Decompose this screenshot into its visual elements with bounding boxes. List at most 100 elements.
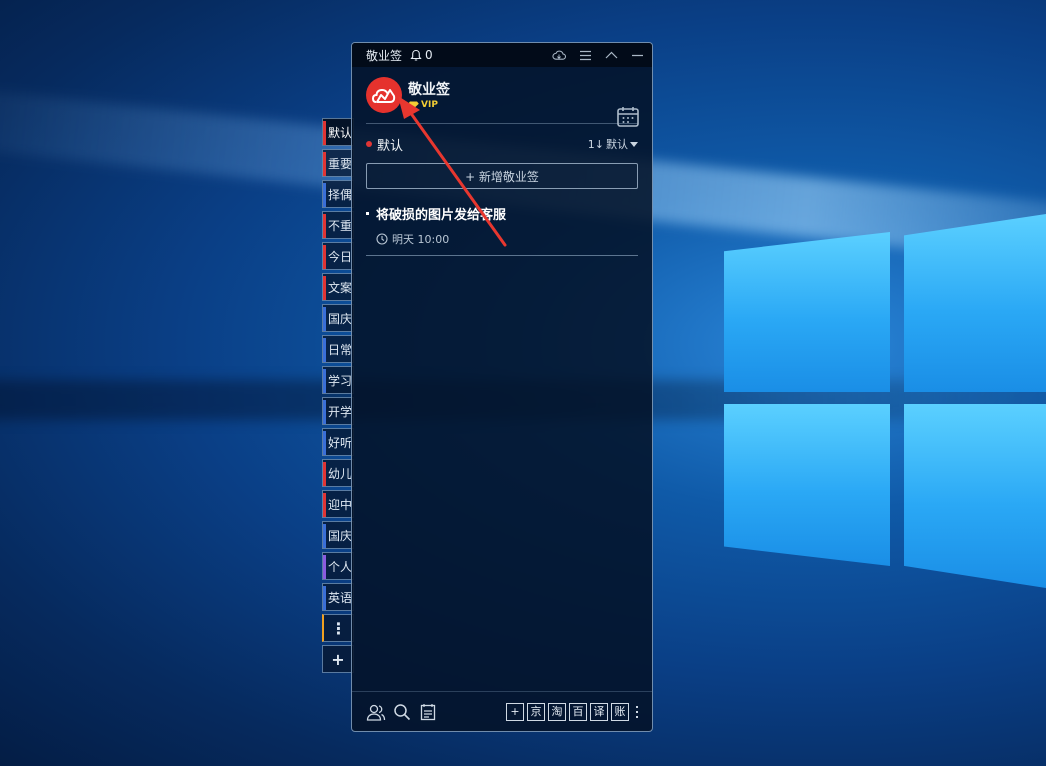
category-tab[interactable]: 幼儿	[322, 459, 354, 487]
username: 敬业签	[408, 82, 450, 98]
divider	[366, 123, 638, 124]
note-time: 明天 10:00	[392, 233, 450, 246]
note-title: 将破损的图片发给客服	[376, 208, 507, 223]
tab-color-mark	[323, 400, 326, 424]
quick-tool-button[interactable]: 淘	[548, 702, 566, 721]
category-tab[interactable]: 国庆	[322, 521, 354, 549]
category-tab[interactable]: 个人	[322, 552, 354, 580]
category-tab[interactable]: 好听	[322, 428, 354, 456]
category-tab-label: 个人	[328, 560, 353, 574]
category-tab[interactable]: 学习	[322, 366, 354, 394]
bell-icon[interactable]	[410, 49, 422, 62]
profile-header: 敬业签 VIP	[352, 67, 652, 127]
tab-color-mark	[323, 493, 326, 517]
note-item[interactable]: 将破损的图片发给客服明天 10:00	[366, 207, 638, 256]
category-tab[interactable]: 开学	[322, 397, 354, 425]
category-tab[interactable]: 英语	[322, 583, 354, 611]
tab-color-mark	[323, 245, 326, 269]
quick-tool-button[interactable]: 百	[569, 702, 587, 721]
tab-color-mark	[323, 307, 326, 331]
calendar-icon[interactable]	[616, 105, 640, 129]
category-tab[interactable]: 重要	[322, 149, 354, 177]
vip-label: VIP	[421, 100, 438, 110]
tab-color-mark	[323, 524, 326, 548]
windows-logo-pane	[724, 232, 890, 392]
caret-down-icon	[630, 141, 638, 147]
category-tab-label: 重要	[328, 157, 353, 171]
category-tab-label: 国庆	[328, 529, 353, 543]
windows-logo-pane	[904, 214, 1046, 392]
tab-color-mark	[323, 555, 326, 579]
minimize-icon[interactable]	[630, 48, 644, 62]
category-tab-label: 默认	[328, 126, 353, 140]
category-tab[interactable]: 迎中	[322, 490, 354, 518]
diamond-icon	[408, 101, 419, 109]
cloud-sync-icon[interactable]	[552, 48, 566, 62]
add-tool-button[interactable]: +	[506, 702, 524, 721]
group-color-dot	[366, 141, 372, 147]
category-tab-label: 英语	[328, 591, 353, 605]
avatar[interactable]	[366, 77, 402, 113]
search-icon[interactable]	[392, 702, 412, 722]
category-tab-label: 迎中	[328, 498, 353, 512]
category-tab[interactable]: 国庆	[322, 304, 354, 332]
category-tab-label: 学习	[328, 374, 353, 388]
title-bar: 敬业签 0	[352, 43, 652, 67]
category-tab-strip: 默认 重要 择偶 不重 今日 文案 国庆 日常 学习 开学 好听 幼儿 迎中 国庆 个人 英语 ⋮ +	[322, 118, 354, 676]
tab-color-mark	[323, 586, 326, 610]
tab-color-mark	[323, 183, 326, 207]
category-tab-label: 日常	[328, 343, 353, 357]
category-tab[interactable]: 文案	[322, 273, 354, 301]
quick-tools: + 京淘百译账	[506, 702, 629, 721]
tab-color-mark	[323, 276, 326, 300]
category-tab-label: 择偶	[328, 188, 353, 202]
category-tab[interactable]: 今日	[322, 242, 354, 270]
quick-tool-button[interactable]: 译	[590, 702, 608, 721]
quick-tool-button[interactable]: 账	[611, 702, 629, 721]
contacts-icon[interactable]	[366, 702, 386, 722]
windows-logo-pane	[724, 404, 890, 566]
tab-color-mark	[323, 338, 326, 362]
note-list-icon[interactable]	[418, 702, 438, 722]
menu-icon[interactable]	[578, 48, 592, 62]
bottom-toolbar: + 京淘百译账	[352, 691, 652, 731]
add-note-button[interactable]: + 新增敬业签	[366, 163, 638, 189]
category-tab-label: 今日	[328, 250, 353, 264]
app-logo-icon	[371, 88, 396, 103]
note-bullet	[366, 212, 369, 215]
sort-icon: 1↓	[587, 137, 604, 151]
tab-color-mark	[323, 121, 326, 145]
vip-badge: VIP	[408, 100, 438, 110]
more-icon[interactable]	[632, 705, 642, 718]
tab-color-mark	[323, 462, 326, 486]
category-tab[interactable]: 择偶	[322, 180, 354, 208]
add-category-button[interactable]: +	[322, 645, 354, 673]
tab-color-mark	[323, 431, 326, 455]
category-tab-label: 国庆	[328, 312, 353, 326]
category-tab-label: 开学	[328, 405, 353, 419]
category-tab-label: 幼儿	[328, 467, 353, 481]
category-tab-label: 不重	[328, 219, 353, 233]
desktop-background: 默认 重要 择偶 不重 今日 文案 国庆 日常 学习 开学 好听 幼儿 迎中 国庆 个人 英语 ⋮ + 敬业签 0	[0, 0, 1046, 766]
category-tab[interactable]: 不重	[322, 211, 354, 239]
group-header: 默认 1↓ 默认	[352, 125, 652, 163]
windows-logo-pane	[904, 404, 1046, 588]
category-tab-label: 好听	[328, 436, 353, 450]
window-title: 敬业签	[366, 48, 403, 63]
notification-count: 0	[425, 48, 433, 62]
category-tab[interactable]: 日常	[322, 335, 354, 363]
clock-icon	[376, 233, 388, 245]
category-tab[interactable]: 默认	[322, 118, 354, 146]
category-tab-label: 文案	[328, 281, 353, 295]
tab-color-mark	[323, 369, 326, 393]
note-reminder: 明天 10:00	[376, 231, 624, 247]
more-categories-button[interactable]: ⋮	[322, 614, 354, 642]
group-name: 默认	[377, 138, 404, 154]
quick-tool-button[interactable]: 京	[527, 702, 545, 721]
collapse-icon[interactable]	[604, 48, 618, 62]
app-window: 敬业签 0 敬业签 VIP 默认 1↓ 默认 + 新增敬业签 将破损的图片发给客…	[351, 42, 653, 732]
sort-dropdown[interactable]: 1↓ 默认	[588, 136, 638, 152]
sort-label: 默认	[606, 138, 628, 151]
tab-color-mark	[323, 214, 326, 238]
tab-color-mark	[323, 152, 326, 176]
